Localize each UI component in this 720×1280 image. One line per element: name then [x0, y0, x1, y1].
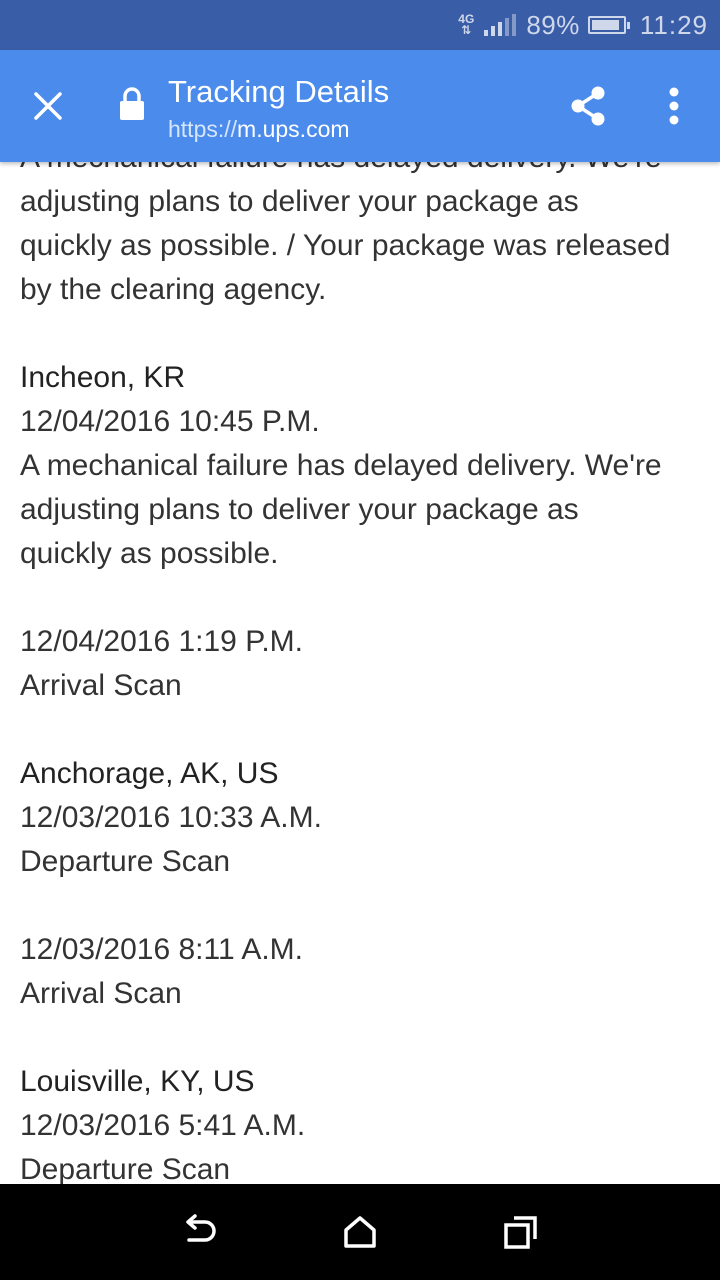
lock-icon: [120, 87, 144, 120]
navigation-bar: [0, 1184, 720, 1280]
battery-percent: 89%: [526, 9, 580, 40]
event-location: Anchorage, AK, US: [20, 757, 279, 790]
tracking-event: Anchorage, AK, US 12/03/2016 10:33 A.M. …: [20, 752, 710, 884]
event-location: Louisville, KY, US: [20, 1065, 255, 1098]
share-icon: [571, 86, 605, 126]
description-line: quickly as possible. / Your package was …: [20, 229, 671, 262]
url-host: m.ups.com: [237, 116, 350, 142]
event-datetime: 12/04/2016 1:19 P.M.: [20, 625, 304, 658]
more-vert-icon: [669, 87, 679, 125]
share-button[interactable]: [562, 80, 614, 132]
back-icon: [185, 1214, 216, 1242]
page-title: Tracking Details: [168, 74, 390, 109]
description-line: quickly as possible.: [20, 537, 279, 570]
tracking-event: Incheon, KR 12/04/2016 10:45 P.M. A mech…: [20, 356, 710, 576]
event-description: Departure Scan: [20, 845, 231, 878]
signal-icon: [484, 14, 517, 36]
page-url: https://m.ups.com: [168, 116, 350, 143]
tracking-event: 12/03/2016 8:11 A.M. Arrival Scan: [20, 928, 710, 1016]
event-datetime: 12/03/2016 10:33 A.M.: [20, 801, 322, 834]
partial-text-line: A mechanical failure has delayed deliver…: [20, 162, 710, 180]
event-description: Arrival Scan: [20, 977, 182, 1010]
recents-button[interactable]: [491, 1202, 551, 1262]
battery-icon: [587, 16, 630, 34]
event-datetime: 12/04/2016 10:45 P.M.: [20, 405, 320, 438]
close-icon: [34, 92, 62, 120]
recents-icon: [504, 1216, 538, 1249]
data-arrows-icon: ⇅: [461, 23, 472, 37]
network-indicator: 4G ⇅: [458, 13, 474, 37]
custom-tab-toolbar: Tracking Details https://m.ups.com: [0, 50, 720, 162]
tracking-content[interactable]: A mechanical failure has delayed deliver…: [0, 162, 720, 1184]
url-scheme: https://: [168, 116, 238, 142]
battery-fill: [591, 20, 619, 30]
clock: 11:29: [639, 9, 708, 40]
back-button[interactable]: [169, 1202, 229, 1262]
more-options-button[interactable]: [650, 80, 698, 132]
home-button[interactable]: [330, 1202, 390, 1262]
event-location: Incheon, KR: [20, 361, 186, 394]
home-icon: [344, 1216, 376, 1248]
close-button[interactable]: [22, 80, 74, 132]
event-datetime: 12/03/2016 5:41 A.M.: [20, 1109, 306, 1142]
description-line: A mechanical failure has delayed deliver…: [20, 449, 662, 482]
tracking-event: Louisville, KY, US 12/03/2016 5:41 A.M. …: [20, 1060, 710, 1184]
description-line: by the clearing agency.: [20, 273, 327, 306]
description-line: adjusting plans to deliver your package …: [20, 185, 579, 218]
status-bar: 4G ⇅ 89% 11:29: [0, 0, 720, 50]
tracking-history: A mechanical failure has delayed deliver…: [20, 162, 710, 1184]
description-line: adjusting plans to deliver your package …: [20, 493, 579, 526]
tracking-event: 12/04/2016 1:19 P.M. Arrival Scan: [20, 620, 710, 708]
event-description: Arrival Scan: [20, 669, 182, 702]
event-datetime: 12/03/2016 8:11 A.M.: [20, 933, 303, 966]
event-description: Departure Scan: [20, 1153, 231, 1184]
